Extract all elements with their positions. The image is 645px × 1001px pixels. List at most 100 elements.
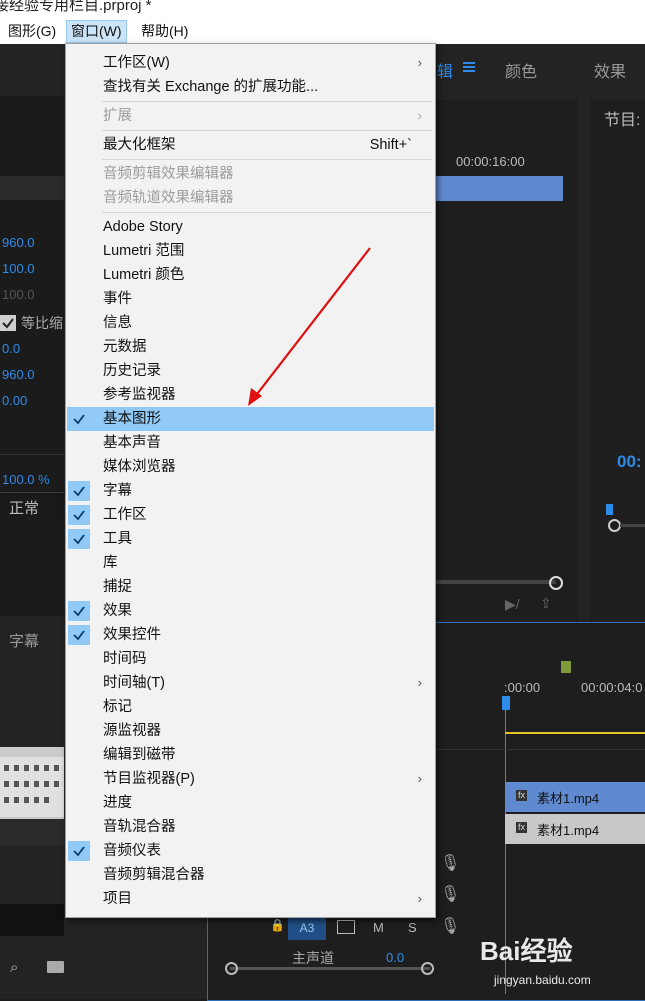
- menu-item-34[interactable]: 进度: [67, 791, 434, 815]
- opacity-value[interactable]: 100.0 %: [2, 472, 50, 487]
- menu-item-35[interactable]: 音轨混合器: [67, 815, 434, 839]
- menu-item-26[interactable]: 效果: [67, 599, 434, 623]
- menu-item-24[interactable]: 库: [67, 551, 434, 575]
- solo-button[interactable]: S: [408, 920, 417, 935]
- menu-item-21[interactable]: 字幕: [67, 479, 434, 503]
- menu-item-38[interactable]: 项目 ›: [67, 887, 434, 911]
- zoom-handle-right[interactable]: [421, 962, 434, 975]
- mute-button[interactable]: M: [373, 920, 384, 935]
- track-a3-label[interactable]: A3: [288, 916, 326, 940]
- export-frame-icon[interactable]: ⇪: [540, 595, 552, 612]
- zoom-handle-left[interactable]: [225, 962, 238, 975]
- source-clip-bar[interactable]: [435, 176, 563, 201]
- tab-captions[interactable]: 字幕: [9, 630, 39, 651]
- menu-item-label: Adobe Story: [103, 219, 183, 235]
- menu-separator: [102, 101, 432, 102]
- menu-item-37[interactable]: 音频剪辑混合器: [67, 863, 434, 887]
- menu-item-32[interactable]: 编辑到磁带: [67, 743, 434, 767]
- work-area-bar[interactable]: [505, 732, 645, 734]
- timeline-marker[interactable]: [561, 661, 571, 673]
- anchor-value[interactable]: 960.0: [2, 367, 35, 382]
- window-menu-dropdown: 工作区(W) › 查找有关 Exchange 的扩展功能... 扩展 › 最大化框架 Shi…: [65, 43, 436, 918]
- menu-item-1[interactable]: 查找有关 Exchange 的扩展功能...: [67, 75, 434, 99]
- menu-item-20[interactable]: 媒体浏览器: [67, 455, 434, 479]
- uniform-scale-checkbox[interactable]: [0, 315, 16, 331]
- menu-item-label: 效果控件: [103, 627, 161, 643]
- source-scroll-handle[interactable]: [549, 576, 563, 590]
- window-title: 接经验专用栏目.prproj *: [0, 0, 152, 14]
- track-output-icon[interactable]: [337, 920, 355, 934]
- blend-mode-select[interactable]: 正常: [0, 492, 64, 519]
- track-divider: [434, 749, 645, 750]
- menu-item-label: 进度: [103, 795, 132, 811]
- position-x-value[interactable]: 960.0: [2, 235, 35, 250]
- menu-item-label: 音频轨道效果编辑器: [103, 190, 234, 206]
- fx-badge-icon: fx: [516, 790, 527, 801]
- menu-item-27[interactable]: 效果控件: [67, 623, 434, 647]
- menu-item-31[interactable]: 源监视器: [67, 719, 434, 743]
- menu-item-22[interactable]: 工作区: [67, 503, 434, 527]
- mic-icon[interactable]: 🎙: [440, 853, 460, 873]
- blend-mode-label: 正常: [9, 500, 40, 517]
- lock-icon[interactable]: 🔒: [270, 918, 285, 932]
- checkmark-icon: [68, 481, 90, 501]
- mic-icon[interactable]: 🎙: [440, 884, 460, 904]
- source-scrollbar[interactable]: [435, 580, 556, 584]
- tab-color[interactable]: 颜色: [505, 58, 537, 82]
- timeline-playhead[interactable]: [502, 696, 510, 710]
- menu-item-label: 音轨混合器: [103, 819, 176, 835]
- tab-effects[interactable]: 效果: [594, 58, 626, 82]
- flicker-value[interactable]: 0.00: [2, 393, 27, 408]
- menu-item-label: 基本图形: [103, 411, 161, 427]
- tab-editing[interactable]: 辑: [437, 58, 453, 82]
- mic-icon[interactable]: 🎙: [440, 916, 460, 936]
- menu-item-label: 事件: [103, 291, 132, 307]
- menu-help[interactable]: 帮助(H): [137, 21, 192, 42]
- menu-item-label: 信息: [103, 315, 132, 331]
- master-volume-value[interactable]: 0.0: [386, 950, 404, 965]
- effect-controls-panel: [0, 96, 64, 616]
- submenu-arrow-icon: ›: [417, 675, 422, 690]
- program-scrollbar[interactable]: [620, 524, 645, 527]
- insert-icon[interactable]: ▶/: [505, 596, 520, 613]
- menu-item-36[interactable]: 音频仪表: [67, 839, 434, 863]
- menu-item-5[interactable]: 最大化框架 Shift+`: [67, 133, 434, 157]
- folder-icon[interactable]: [47, 961, 64, 973]
- menu-item-28[interactable]: 时间码: [67, 647, 434, 671]
- menu-separator: [102, 130, 432, 131]
- program-monitor-title: 节目:: [604, 112, 641, 129]
- menu-item-label: 历史记录: [103, 363, 161, 379]
- menu-item-10[interactable]: Adobe Story: [67, 215, 434, 239]
- rotation-value[interactable]: 0.0: [2, 341, 20, 356]
- menu-item-29[interactable]: 时间轴(T) ›: [67, 671, 434, 695]
- search-icon[interactable]: ⌕: [10, 959, 18, 976]
- menu-window[interactable]: 窗口(W): [66, 20, 127, 43]
- menu-item-25[interactable]: 捕捉: [67, 575, 434, 599]
- checkmark-icon: [68, 409, 90, 429]
- menu-item-0[interactable]: 工作区(W) ›: [67, 51, 434, 75]
- menu-item-label: 工具: [103, 531, 132, 547]
- effect-controls-header: [0, 176, 64, 200]
- menu-item-label: 参考监视器: [103, 387, 176, 403]
- menu-item-label: 音频剪辑混合器: [103, 867, 205, 883]
- scale-value[interactable]: 100.0: [2, 261, 35, 276]
- clip-thumbnail[interactable]: [0, 747, 64, 845]
- workspace-menu-icon[interactable]: [463, 60, 475, 72]
- audio-clip[interactable]: fx 素材1.mp4: [505, 814, 645, 844]
- menu-item-33[interactable]: 节目监视器(P) ›: [67, 767, 434, 791]
- menu-item-19[interactable]: 基本声音: [67, 431, 434, 455]
- menu-item-label: 音频剪辑效果编辑器: [103, 166, 234, 182]
- submenu-arrow-icon: ›: [417, 108, 422, 123]
- menu-item-30[interactable]: 标记: [67, 695, 434, 719]
- timeline-zoom-bar[interactable]: [230, 967, 430, 970]
- baidu-jingyan-watermark: Bai经验 jingyan.baidu.com: [480, 932, 640, 992]
- menu-graphics[interactable]: 图形(G): [4, 21, 60, 42]
- menu-item-18[interactable]: 基本图形: [67, 407, 434, 431]
- menu-item-label: 标记: [103, 699, 132, 715]
- menu-separator: [102, 159, 432, 160]
- menu-item-3: 扩展 ›: [67, 104, 434, 128]
- video-clip[interactable]: fx 素材1.mp4: [505, 782, 645, 812]
- playhead-marker[interactable]: [606, 504, 613, 515]
- menu-item-23[interactable]: 工具: [67, 527, 434, 551]
- menu-shortcut: Shift+`: [369, 137, 412, 153]
